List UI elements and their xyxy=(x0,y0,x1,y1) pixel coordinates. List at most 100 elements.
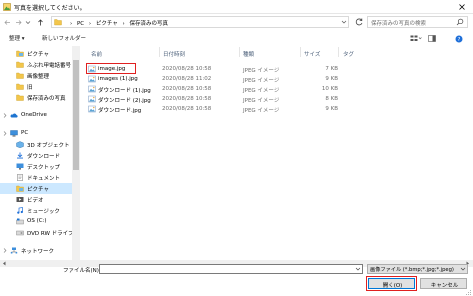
nav-item[interactable]: 画像整理 xyxy=(0,70,72,81)
documents-icon xyxy=(16,174,24,181)
up-button[interactable] xyxy=(36,18,45,27)
nav-item[interactable]: ピクチャ xyxy=(0,48,72,59)
nav-item[interactable]: ピクチャ xyxy=(0,183,72,194)
image-app-icon xyxy=(3,3,11,11)
breadcrumb-separator: › xyxy=(88,21,92,27)
filename-dropdown-chevron-icon[interactable] xyxy=(355,266,361,272)
table-row[interactable]: images (1).jpg 2020/08/28 11:02 JPEG イメージ 9… xyxy=(84,74,339,84)
organize-button[interactable]: 整理 ▾ xyxy=(9,34,25,42)
image-file-icon xyxy=(88,85,96,93)
column-header-name[interactable]: 名前 xyxy=(91,50,102,58)
nav-item[interactable]: OneDrive xyxy=(0,110,72,121)
download-icon xyxy=(16,152,24,159)
help-icon[interactable]: ? xyxy=(455,35,463,43)
nav-item[interactable]: OS (C:) xyxy=(0,216,72,227)
music-icon xyxy=(16,207,24,214)
file-size: 7 KB xyxy=(325,66,338,72)
file-type: JPEG イメージ xyxy=(243,108,280,114)
folder-icon xyxy=(16,83,24,90)
refresh-button[interactable] xyxy=(353,16,365,28)
file-name: ダウンロード (2).jpg xyxy=(98,98,151,104)
new-folder-button[interactable]: 新しいフォルダー xyxy=(42,34,86,42)
nav-item-label: OS (C:) xyxy=(27,218,47,224)
column-header-tag[interactable]: タグ xyxy=(343,50,354,58)
pc-icon xyxy=(10,130,18,137)
scroll-left-arrow-icon[interactable] xyxy=(2,261,7,266)
navigation-tree: ピクチャ ふぶれ甲電話番号 画像整理旧保存済みの写真 OneDrive PC 3D オブジ… xyxy=(0,46,72,260)
cancel-button-label: キャンセル xyxy=(430,283,459,289)
view-options-icon[interactable] xyxy=(410,35,422,42)
folder-icon xyxy=(16,61,24,68)
column-header-size[interactable]: サイズ xyxy=(304,50,320,58)
drive-icon xyxy=(16,218,24,225)
filename-input[interactable] xyxy=(99,264,363,274)
nav-item-label: 3D オブジェクト xyxy=(27,143,70,149)
folder-icon xyxy=(54,18,62,26)
table-row[interactable]: ダウンロード.jpg 2020/08/28 10:58 JPEG イメージ 9 KB xyxy=(84,104,339,114)
file-name: images (1).jpg xyxy=(98,76,138,82)
back-button[interactable] xyxy=(3,18,12,27)
expand-chevron-icon[interactable] xyxy=(2,247,10,254)
nav-item[interactable]: 3D オブジェクト xyxy=(0,139,72,150)
breadcrumb-pc[interactable]: PC xyxy=(77,21,84,27)
image-file-icon xyxy=(88,95,96,103)
nav-item-label: ピクチャ xyxy=(27,187,49,193)
table-row[interactable]: image.jpg 2020/08/28 10:58 JPEG イメージ 7 KB xyxy=(84,63,339,74)
nav-item-label: デスクトップ xyxy=(27,165,61,171)
nav-item-label: OneDrive xyxy=(21,112,47,118)
cancel-button[interactable]: キャンセル xyxy=(420,278,467,289)
open-button-label: 開く(O) xyxy=(382,283,403,289)
nav-item[interactable]: ドキュメント xyxy=(0,172,72,183)
file-type: JPEG イメージ xyxy=(243,98,280,104)
recent-locations-chevron-icon[interactable] xyxy=(25,18,31,27)
resize-grip-icon[interactable] xyxy=(464,288,472,296)
nav-item[interactable]: ふぶれ甲電話番号 xyxy=(0,59,72,70)
pictures-folder-icon xyxy=(16,185,24,192)
breadcrumb-pictures[interactable]: ピクチャ xyxy=(96,21,118,27)
nav-item[interactable]: DVD RW ドライブ ( xyxy=(0,227,72,238)
nav-item[interactable]: PC xyxy=(0,128,72,139)
nav-item[interactable]: ダウンロード xyxy=(0,150,72,161)
image-file-icon xyxy=(88,75,96,83)
image-file-icon xyxy=(88,65,96,73)
nav-item-label: ピクチャ xyxy=(27,52,49,58)
column-divider[interactable] xyxy=(300,47,301,57)
dvd-drive-icon xyxy=(16,229,24,236)
expand-chevron-icon[interactable] xyxy=(2,112,10,119)
forward-button[interactable] xyxy=(14,18,23,27)
window-title: 写真を選択してください。 xyxy=(14,5,86,12)
column-header-type[interactable]: 種類 xyxy=(243,50,254,58)
breadcrumb-separator: › xyxy=(122,21,125,27)
nav-item-label: 旧 xyxy=(27,85,33,91)
search-icon[interactable] xyxy=(456,18,464,26)
breadcrumb-saved-photos[interactable]: 保存済みの写真 xyxy=(129,21,168,27)
table-row[interactable]: ダウンロード (1).jpg 2020/08/28 10:58 JPEG イメージ 1… xyxy=(84,84,339,94)
nav-item-label: 保存済みの写真 xyxy=(27,96,66,102)
preview-pane-icon[interactable] xyxy=(428,35,436,42)
expand-chevron-icon[interactable] xyxy=(2,130,10,137)
filetype-dropdown-chevron-icon[interactable] xyxy=(460,266,466,272)
table-row[interactable]: ダウンロード (2).jpg 2020/08/28 10:58 JPEG イメージ 8… xyxy=(84,94,339,104)
column-header-date[interactable]: 日付時刻 xyxy=(163,50,185,58)
nav-item-label: ネットワーク xyxy=(21,249,55,255)
nav-scrollbar-thumb[interactable] xyxy=(73,60,79,170)
nav-item[interactable]: ミュージック xyxy=(0,205,72,216)
column-divider[interactable] xyxy=(239,47,240,57)
column-divider[interactable] xyxy=(338,47,339,57)
nav-item[interactable]: ネットワーク xyxy=(0,245,72,256)
nav-item[interactable]: デスクトップ xyxy=(0,161,72,172)
image-file-icon xyxy=(88,105,96,113)
nav-item[interactable]: 旧 xyxy=(0,81,72,92)
nav-item-label: DVD RW ドライブ ( xyxy=(27,231,72,237)
file-date: 2020/08/28 10:58 xyxy=(162,66,212,72)
search-placeholder: 保存済みの写真の検索 xyxy=(371,21,427,27)
open-button[interactable]: 開く(O) xyxy=(368,278,415,289)
file-type: JPEG イメージ xyxy=(243,68,280,74)
nav-item[interactable]: 保存済みの写真 xyxy=(0,92,72,103)
folder-icon xyxy=(16,94,24,101)
column-divider[interactable] xyxy=(159,47,160,57)
address-dropdown-chevron-icon[interactable] xyxy=(341,18,347,26)
close-button[interactable] xyxy=(455,2,469,12)
nav-item[interactable]: ビデオ xyxy=(0,194,72,205)
file-name: image.jpg xyxy=(98,66,126,72)
